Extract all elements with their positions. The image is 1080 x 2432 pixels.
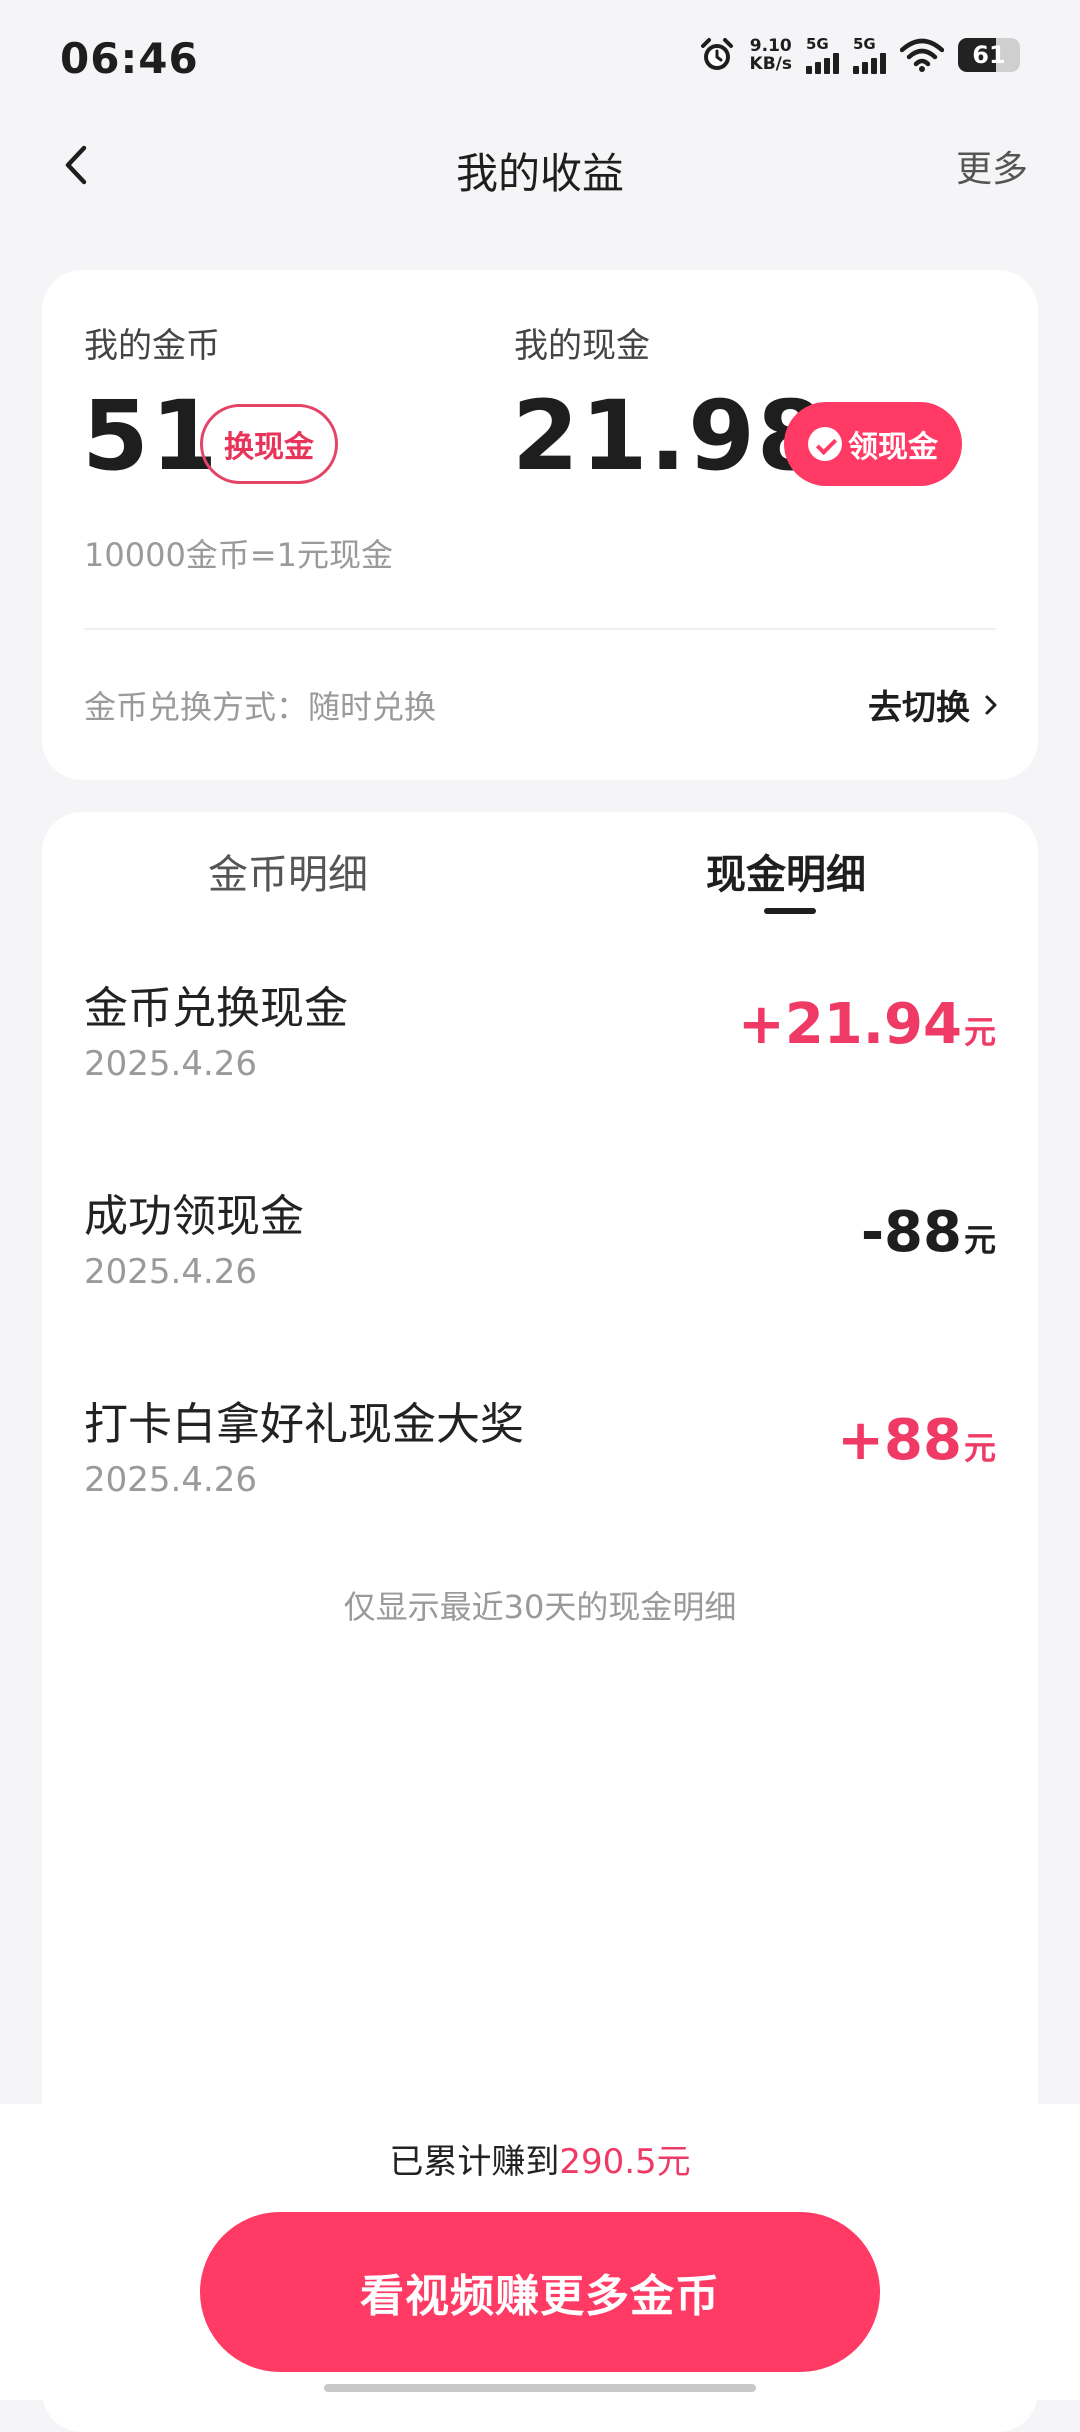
net-speed: 9.10 KB/s xyxy=(750,37,792,73)
watch-video-button[interactable]: 看视频赚更多金币 xyxy=(200,2212,880,2372)
check-badge-icon xyxy=(808,427,842,461)
total-earned: 已累计赚到290.5元 xyxy=(0,2134,1080,2183)
switch-method-label: 去切换 xyxy=(868,688,970,728)
amount-unit: 元 xyxy=(963,1013,996,1051)
cash-label: 我的现金 xyxy=(514,326,650,366)
transaction-title: 成功领现金 xyxy=(84,1191,304,1242)
divider xyxy=(84,628,996,630)
exchange-method-text: 金币兑换方式：随时兑换 xyxy=(84,688,437,726)
alarm-icon xyxy=(700,38,733,70)
history-footnote: 仅显示最近30天的现金明细 xyxy=(343,1588,737,1626)
total-earned-value: 290.5元 xyxy=(559,2142,691,2182)
coins-label: 我的金币 xyxy=(84,326,220,366)
coins-value: 51 xyxy=(82,380,220,492)
sim1-signal-icon: 5G xyxy=(806,34,839,74)
more-button[interactable]: 更多 xyxy=(956,140,1028,192)
battery-icon: 61 xyxy=(958,38,1020,72)
amount-value: -88 xyxy=(860,1200,962,1265)
status-bar: 06:46 9.10 KB/s 5G 5G 61 xyxy=(0,0,1080,120)
transaction-amount: +88 元 xyxy=(837,1408,996,1473)
amount-unit: 元 xyxy=(963,1429,996,1467)
status-time: 06:46 xyxy=(60,34,199,83)
net-speed-value: 9.10 xyxy=(749,36,792,56)
balance-card: 我的金币 我的现金 51 换现金 21.98 领现金 10000金币=1元现金 … xyxy=(42,270,1038,780)
net-speed-unit: KB/s xyxy=(749,54,792,74)
wifi-icon xyxy=(900,38,944,72)
exchange-rate-text: 10000金币=1元现金 xyxy=(84,536,393,574)
transaction-date: 2025.4.26 xyxy=(84,1252,258,1292)
bottom-panel: 已累计赚到290.5元 看视频赚更多金币 xyxy=(0,2104,1080,2400)
amount-value: +21.94 xyxy=(737,992,962,1057)
claim-cash-button[interactable]: 领现金 xyxy=(784,402,962,486)
transaction-title: 打卡白拿好礼现金大奖 xyxy=(84,1399,524,1450)
claim-cash-label: 领现金 xyxy=(848,430,938,465)
transaction-date: 2025.4.26 xyxy=(84,1044,258,1084)
home-indicator[interactable] xyxy=(324,2384,756,2392)
active-tab-indicator xyxy=(764,908,816,914)
sim1-label: 5G xyxy=(806,34,829,53)
transaction-amount: -88 元 xyxy=(861,1200,996,1265)
list-item: 打卡白拿好礼现金大奖 2025.4.26 +88 元 xyxy=(84,1388,996,1548)
tab-cash-details[interactable]: 现金明细 xyxy=(706,842,866,900)
chevron-right-icon xyxy=(985,695,997,714)
list-item: 成功领现金 2025.4.26 -88 元 xyxy=(84,1180,996,1340)
header: 我的收益 更多 xyxy=(0,120,1080,210)
switch-method-link[interactable]: 去切换 xyxy=(868,680,1002,729)
transaction-amount: +21.94 元 xyxy=(738,992,996,1057)
page-title: 我的收益 xyxy=(455,149,624,198)
status-icons: 9.10 KB/s 5G 5G 61 xyxy=(698,36,1020,74)
sim2-label: 5G xyxy=(853,34,876,53)
transaction-date: 2025.4.26 xyxy=(84,1460,258,1500)
transaction-title: 金币兑换现金 xyxy=(84,983,348,1034)
amount-unit: 元 xyxy=(963,1221,996,1259)
sim2-signal-icon: 5G xyxy=(853,34,886,74)
amount-value: +88 xyxy=(837,1408,962,1473)
cash-value: 21.98 xyxy=(512,380,826,492)
tab-coin-details[interactable]: 金币明细 xyxy=(208,842,368,900)
list-item: 金币兑换现金 2025.4.26 +21.94 元 xyxy=(84,972,996,1132)
exchange-cash-button[interactable]: 换现金 xyxy=(200,404,338,484)
total-earned-label: 已累计赚到 xyxy=(389,2142,560,2182)
